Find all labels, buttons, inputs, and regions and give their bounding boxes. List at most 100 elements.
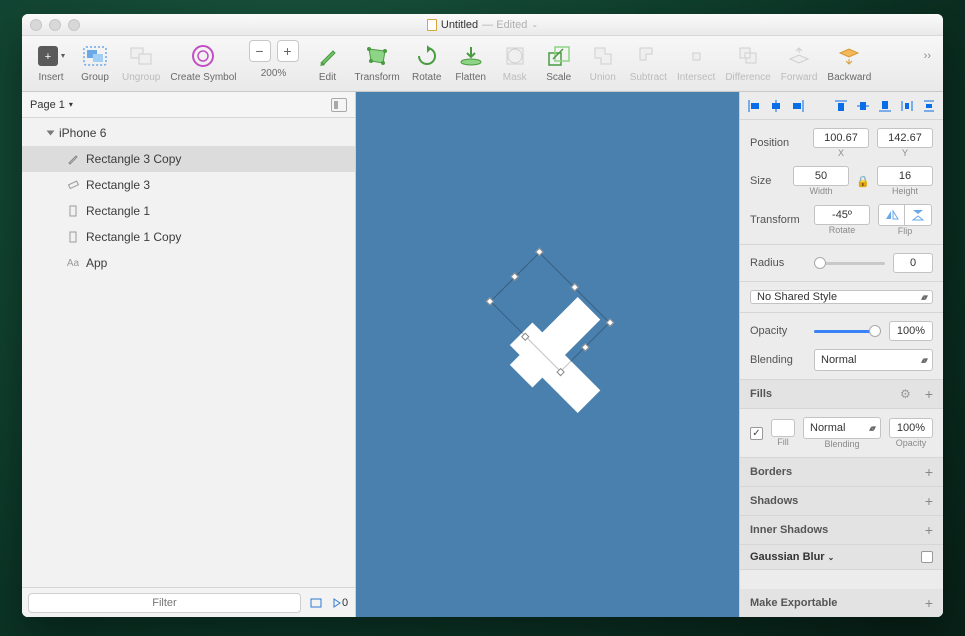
rotate-button[interactable]: Rotate [406,40,448,85]
add-shadow-icon[interactable]: + [925,493,933,509]
app-window: Untitled — Edited ⌄ + Insert Group Ungro… [22,14,943,617]
zoom-value[interactable]: 200% [261,68,287,79]
radius-input[interactable] [893,253,933,273]
zoom-out-button[interactable]: − [249,40,271,62]
layer-row[interactable]: Aa App [22,250,355,276]
layer-tree: iPhone 6 Rectangle 3 Copy Rectangle 3 Re… [22,118,355,587]
add-border-icon[interactable]: + [925,464,933,480]
fill-enabled-checkbox[interactable]: ✓ [750,427,763,440]
edit-button[interactable]: Edit [307,40,349,85]
distribute-h-icon[interactable] [899,98,915,114]
transform-label: Transform [750,214,806,226]
borders-header[interactable]: Borders+ [740,458,943,487]
position-x-input[interactable] [813,128,869,148]
flatten-button[interactable]: Flatten [450,40,492,85]
scale-button[interactable]: Scale [538,40,580,85]
fills-header[interactable]: Fills ⚙ + [740,380,943,409]
distribute-v-icon[interactable] [921,98,937,114]
zoom-in-button[interactable]: + [277,40,299,62]
fill-blend-select[interactable]: Normal▴▾ [803,417,881,439]
intersect-button[interactable]: Intersect [673,40,719,85]
blending-select[interactable]: Normal▴▾ [814,349,933,371]
radius-label: Radius [750,257,806,269]
canvas[interactable] [356,92,739,617]
flip-control[interactable] [878,204,932,226]
fill-row: ✓ Fill Normal▴▾Blending Opacity [740,409,943,458]
shadows-header[interactable]: Shadows+ [740,487,943,516]
flip-v-icon[interactable] [905,205,931,225]
slice-count[interactable]: 0 [331,595,349,611]
opacity-section: Opacity Blending Normal▴▾ [740,313,943,380]
flip-h-icon[interactable] [879,205,905,225]
toolbar: + Insert Group Ungroup Create Symbol − +… [22,36,943,92]
align-left-icon[interactable] [746,98,762,114]
opacity-input[interactable] [889,321,933,341]
chevron-down-icon[interactable]: ⌄ [531,20,538,29]
titlebar[interactable]: Untitled — Edited ⌄ [22,14,943,36]
shared-style-select[interactable]: No Shared Style▴▾ [750,290,933,304]
artboard-row[interactable]: iPhone 6 [22,120,355,146]
align-center-h-icon[interactable] [768,98,784,114]
layer-row[interactable]: Rectangle 3 Copy [22,146,355,172]
text-icon: Aa [66,256,80,270]
fill-opacity-input[interactable] [889,418,933,438]
align-row [740,92,943,120]
position-label: Position [750,137,805,149]
layer-row[interactable]: Rectangle 1 Copy [22,224,355,250]
window-title: Untitled — Edited ⌄ [427,19,538,31]
backward-button[interactable]: Backward [823,40,875,85]
export-header[interactable]: Make Exportable+ [740,589,943,617]
shape-icon [66,178,80,192]
insert-button[interactable]: + Insert [30,40,72,85]
opacity-slider[interactable] [814,325,881,337]
filter-bar: 0 [22,587,355,617]
group-button[interactable]: Group [74,40,116,85]
zoom-control: − + 200% [249,40,299,79]
disclosure-icon[interactable] [47,131,55,136]
page-selector[interactable]: Page 1▾ [30,99,73,111]
mask-button[interactable]: Mask [494,40,536,85]
pages-header[interactable]: Page 1▾ [22,92,355,118]
radius-slider[interactable] [814,257,885,269]
blur-header[interactable]: Gaussian Blur ⌄ [740,545,943,570]
layer-row[interactable]: Rectangle 1 [22,198,355,224]
blur-checkbox[interactable] [921,551,933,563]
transform-button[interactable]: Transform [351,40,404,85]
align-top-icon[interactable] [833,98,849,114]
arrow-shape[interactable] [478,265,618,445]
inner-shadows-header[interactable]: Inner Shadows+ [740,516,943,545]
fill-swatch[interactable] [771,419,795,437]
union-button[interactable]: Union [582,40,624,85]
shape-icon [66,230,80,244]
subtract-button[interactable]: Subtract [626,40,671,85]
gear-icon[interactable]: ⚙ [900,387,911,401]
lock-icon[interactable]: 🔒 [857,174,869,188]
create-symbol-button[interactable]: Create Symbol [166,40,240,85]
align-bottom-icon[interactable] [877,98,893,114]
geometry-section: Position X Y Size Width 🔒 Height Transfo… [740,120,943,245]
height-input[interactable] [877,166,933,186]
pages-toggle-icon[interactable] [331,98,347,112]
width-input[interactable] [793,166,849,186]
svg-text:+: + [45,51,51,63]
opacity-label: Opacity [750,325,806,337]
position-y-input[interactable] [877,128,933,148]
traffic-lights[interactable] [30,19,80,31]
layer-row[interactable]: Rectangle 3 [22,172,355,198]
ungroup-button[interactable]: Ungroup [118,40,164,85]
add-export-icon[interactable]: + [925,595,933,611]
add-fill-icon[interactable]: + [925,386,933,402]
align-middle-icon[interactable] [855,98,871,114]
add-inner-shadow-icon[interactable]: + [925,522,933,538]
blending-label: Blending [750,354,806,366]
inspector-panel: Position X Y Size Width 🔒 Height Transfo… [739,92,943,617]
rotate-input[interactable] [814,205,870,225]
slice-icon[interactable] [307,595,325,611]
shape-icon [66,204,80,218]
filter-input[interactable] [28,593,301,613]
forward-button[interactable]: Forward [777,40,822,85]
toolbar-overflow-icon[interactable]: ›› [920,40,935,72]
align-right-icon[interactable] [790,98,806,114]
layers-panel: Page 1▾ iPhone 6 Rectangle 3 Copy Rectan… [22,92,356,617]
difference-button[interactable]: Difference [721,40,774,85]
